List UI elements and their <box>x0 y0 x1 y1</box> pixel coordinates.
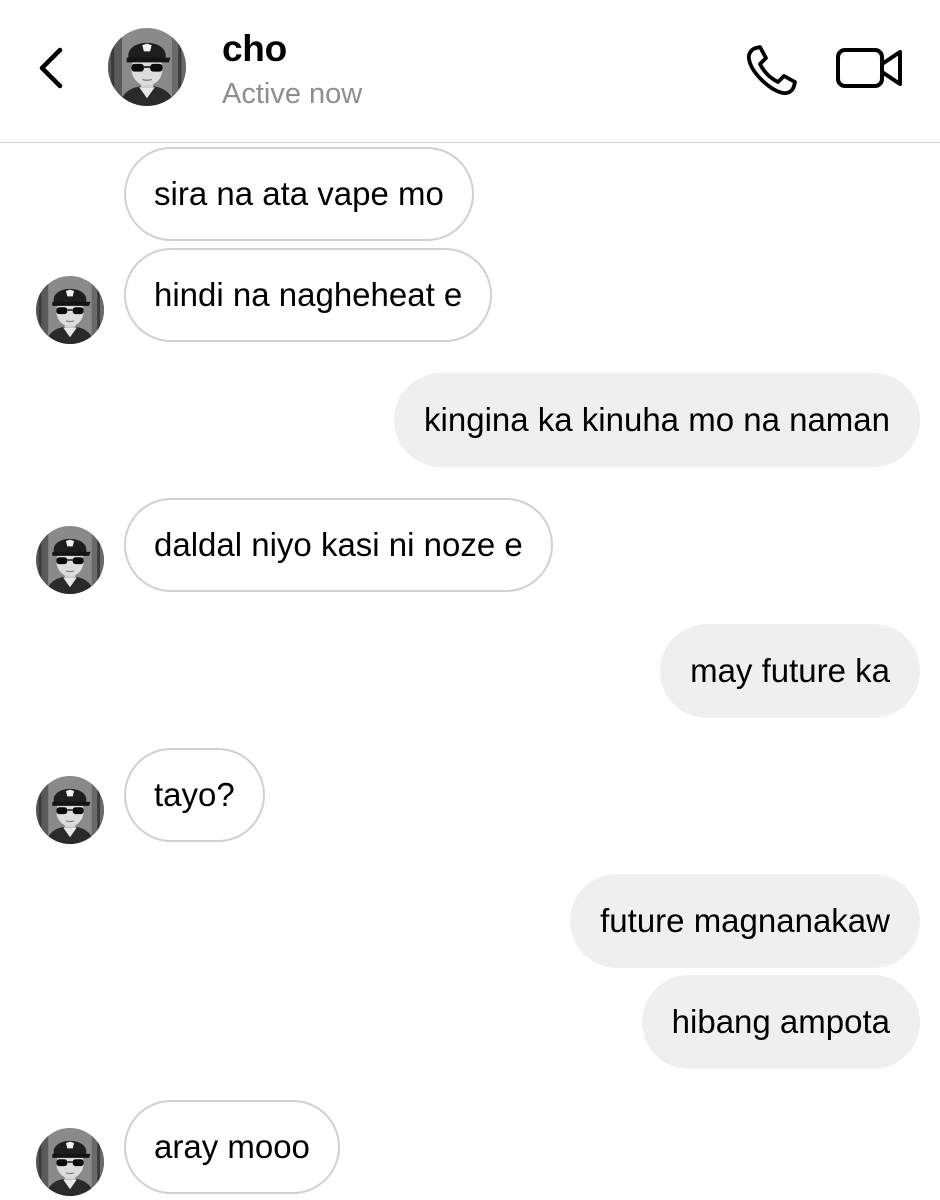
incoming-message[interactable]: daldal niyo kasi ni noze e <box>124 498 553 592</box>
contact-avatar[interactable] <box>108 28 186 106</box>
incoming-message[interactable]: hindi na nagheheat e <box>124 248 493 342</box>
message-text: hindi na nagheheat e <box>154 276 463 313</box>
sender-avatar[interactable] <box>36 526 104 594</box>
video-call-button[interactable] <box>834 40 906 96</box>
message-text: tayo? <box>154 776 235 813</box>
contact-status: Active now <box>222 78 363 110</box>
message-text: hibang ampota <box>671 1003 890 1040</box>
message-text: kingina ka kinuha mo na naman <box>424 401 890 438</box>
message-thread[interactable]: sira na ata vape mo hindi na nagheheat e… <box>0 143 940 1200</box>
outgoing-message[interactable]: may future ka <box>660 624 920 718</box>
chat-header: cho Active now <box>0 0 940 143</box>
outgoing-message[interactable]: future magnanakaw <box>570 874 920 968</box>
phone-icon <box>746 45 797 96</box>
incoming-message[interactable]: aray mooo <box>124 1100 340 1194</box>
message-text: may future ka <box>690 652 890 689</box>
chevron-left-icon <box>39 47 63 89</box>
message-text: future magnanakaw <box>600 902 890 939</box>
outgoing-message[interactable]: kingina ka kinuha mo na naman <box>394 373 920 467</box>
call-button[interactable] <box>742 40 802 100</box>
message-text: aray mooo <box>154 1128 310 1165</box>
contact-name[interactable]: cho <box>222 28 287 70</box>
sender-avatar[interactable] <box>36 776 104 844</box>
message-text: daldal niyo kasi ni noze e <box>154 526 523 563</box>
outgoing-message[interactable]: hibang ampota <box>641 975 920 1069</box>
incoming-message[interactable]: tayo? <box>124 748 265 842</box>
sender-avatar[interactable] <box>36 276 104 344</box>
message-text: sira na ata vape mo <box>154 175 444 212</box>
video-camera-icon <box>836 48 902 88</box>
incoming-message[interactable]: sira na ata vape mo <box>124 147 474 241</box>
back-button[interactable] <box>30 38 76 98</box>
sender-avatar[interactable] <box>36 1128 104 1196</box>
